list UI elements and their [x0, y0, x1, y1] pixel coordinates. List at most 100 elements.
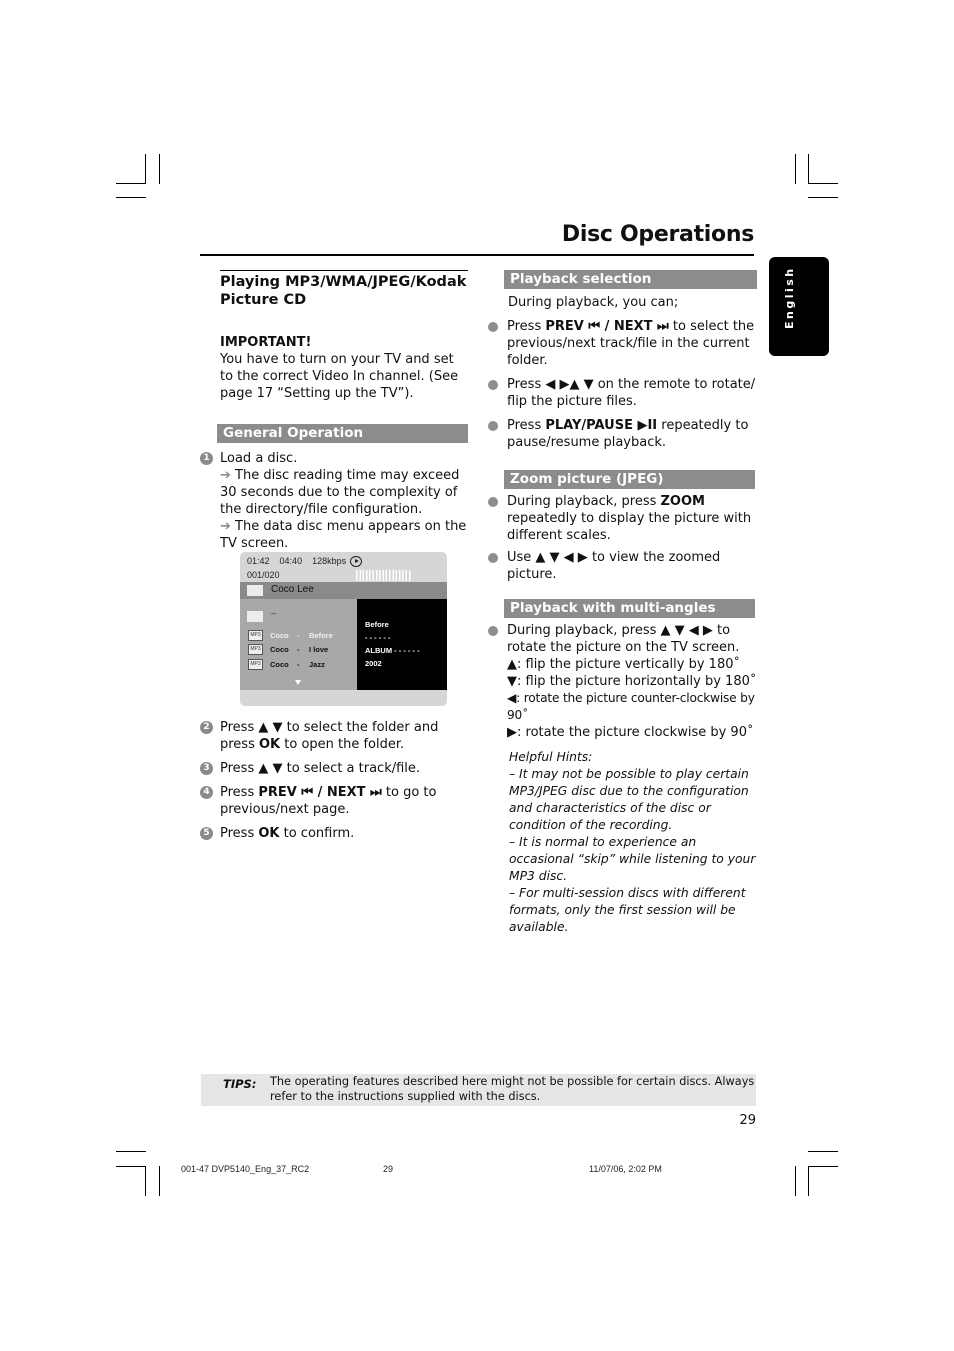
angle-line: ▲: flip the picture vertically by 180˚: [507, 657, 740, 672]
mp3-file-icon: MP3: [248, 659, 263, 670]
osd-file-item[interactable]: MP3 Coco - I love: [247, 644, 357, 657]
playback-item: Press ◀ ▶▲ ▼ on the remote to rotate/ fl…: [486, 376, 761, 410]
zoom-item: During playback, press ZOOM repeatedly t…: [486, 493, 761, 544]
crop-mark: [116, 1151, 146, 1152]
osd-file-item[interactable]: MP3 Coco - Before: [247, 630, 357, 643]
title-rule: [200, 254, 754, 256]
step-note: ➔ The data disc menu appears on the TV s…: [220, 519, 467, 551]
mp3-file-icon: MP3: [248, 644, 263, 655]
crop-mark: [795, 1166, 796, 1196]
step-number-icon: 3: [200, 762, 213, 775]
step-5: 5 Press OK to confirm.: [200, 825, 470, 842]
step-4: 4 Press PREV ⏮ / NEXT ⏭ to go to previou…: [200, 784, 470, 818]
crop-mark: [808, 1151, 838, 1152]
bullet-icon: [488, 322, 498, 332]
playback-item: Press PLAY/PAUSE ▶II repeatedly to pause…: [486, 417, 761, 451]
footer-file: 001-47 DVP5140_Eng_37_RC2: [181, 1164, 310, 1174]
crop-mark: [808, 154, 809, 184]
folder-icon: [247, 585, 263, 596]
steps-continued: 2 Press ▲ ▼ to select the folder and pre…: [200, 719, 470, 842]
crop-mark: [795, 154, 796, 184]
multi-angles-bar: Playback with multi-angles (JPEG): [504, 599, 755, 635]
step-2: 2 Press ▲ ▼ to select the folder and pre…: [200, 719, 470, 753]
left-column: Playing MP3/WMA/JPEG/Kodak Picture CD IM…: [200, 270, 470, 552]
hints-title: Helpful Hints:: [509, 750, 593, 764]
crop-mark: [159, 154, 160, 184]
helpful-hints: Helpful Hints: – It may not be possible …: [509, 749, 761, 936]
important-title: IMPORTANT!: [220, 335, 312, 350]
tips-text: The operating features described here mi…: [270, 1075, 755, 1103]
playback-item: Press PREV ⏮ / NEXT ⏭ to select the prev…: [486, 318, 761, 369]
crop-mark: [116, 1166, 146, 1167]
footer-date: 11/07/06, 2:02 PM: [589, 1164, 662, 1174]
parent-folder-icon: [247, 611, 263, 622]
osd-file-list: -- MP3 Coco - Before MP3 Coco - I love M…: [240, 599, 357, 690]
hint-item: – For multi-session discs with different…: [509, 886, 746, 934]
step-1: 1 Load a disc. ➔ The disc reading time m…: [200, 450, 470, 552]
footer-page: 29: [383, 1164, 394, 1174]
osd-track-counter: 001/020: [247, 570, 280, 580]
right-column: Playback selection During playback, you …: [486, 270, 761, 936]
step-note: ➔ The disc reading time may exceed 30 se…: [220, 468, 460, 517]
osd-elapsed: 01:42: [247, 556, 270, 566]
hint-item: – It may not be possible to play certain…: [509, 767, 749, 832]
crop-mark: [116, 183, 146, 184]
crop-mark: [808, 197, 838, 198]
info-year: 2002: [365, 659, 382, 668]
info-album: ALBUM - - - - - -: [365, 646, 420, 655]
zoom-picture-bar: Zoom picture (JPEG): [504, 470, 755, 489]
language-tab: English: [769, 257, 829, 356]
crop-mark: [145, 1166, 146, 1196]
angles-item: During playback, press ▲ ▼ ◀ ▶ to rotate…: [486, 622, 761, 741]
bullet-icon: [488, 626, 498, 636]
playback-selection-bar: Playback selection: [504, 270, 757, 289]
tips-box: TIPS: The operating features described h…: [201, 1074, 756, 1106]
page-number: 29: [739, 1113, 756, 1128]
osd-file-item[interactable]: MP3 Coco - Jazz: [247, 659, 357, 672]
section-heading: Playing MP3/WMA/JPEG/Kodak Picture CD: [220, 270, 468, 309]
arrow-icon: ➔: [220, 519, 231, 534]
disc-menu-screen: 01:42 04:40 128kbps 001/020 Coco Lee -- …: [240, 552, 447, 706]
general-operation-bar: General Operation: [217, 424, 468, 443]
hint-item: – It is normal to experience an occasion…: [509, 835, 756, 883]
osd-info-panel: Before - - - - - - ALBUM - - - - - - 200…: [357, 599, 447, 690]
important-text: You have to turn on your TV and set to t…: [220, 352, 459, 401]
playback-intro: During playback, you can;: [508, 295, 679, 310]
step-number-icon: 5: [200, 827, 213, 840]
osd-bitrate: 128kbps: [312, 556, 347, 566]
mp3-file-icon: MP3: [248, 630, 263, 641]
info-title: Before: [365, 620, 389, 629]
tips-label: TIPS:: [223, 1077, 257, 1091]
page-title: Disc Operations: [561, 222, 754, 247]
step-number-icon: 2: [200, 721, 213, 734]
osd-folder-bar: Coco Lee: [240, 582, 447, 599]
zoom-item: Use ▲ ▼ ◀ ▶ to view the zoomed picture.: [486, 549, 761, 583]
step-text: Load a disc.: [220, 451, 298, 466]
crop-mark: [116, 197, 146, 198]
osd-time-row: 01:42 04:40 128kbps: [247, 556, 346, 566]
step-number-icon: 1: [200, 452, 213, 465]
angle-line: ◀: rotate the picture counter-clockwise …: [507, 691, 755, 722]
angle-line: ▼: flip the picture horizontally by 180˚: [507, 674, 757, 689]
crop-mark: [159, 1166, 160, 1196]
step-number-icon: 4: [200, 786, 213, 799]
osd-total: 04:40: [279, 556, 303, 566]
bullet-icon: [488, 553, 498, 563]
language-tab-label: English: [783, 266, 796, 329]
parent-folder-label: --: [271, 609, 277, 618]
level-meter-icon: [356, 570, 411, 581]
arrow-icon: ➔: [220, 468, 231, 483]
play-icon: [350, 556, 362, 567]
crop-mark: [808, 183, 838, 184]
step-3: 3 Press ▲ ▼ to select a track/file.: [200, 760, 470, 777]
angle-line: ▶: rotate the picture clockwise by 90˚: [507, 725, 754, 740]
scroll-down-icon[interactable]: [295, 680, 301, 685]
bullet-icon: [488, 421, 498, 431]
info-artist: - - - - - -: [365, 633, 391, 642]
bullet-icon: [488, 497, 498, 507]
crop-mark: [808, 1166, 838, 1167]
osd-folder-name: Coco Lee: [271, 584, 314, 595]
bullet-icon: [488, 380, 498, 390]
crop-mark: [145, 154, 146, 184]
crop-mark: [808, 1166, 809, 1196]
